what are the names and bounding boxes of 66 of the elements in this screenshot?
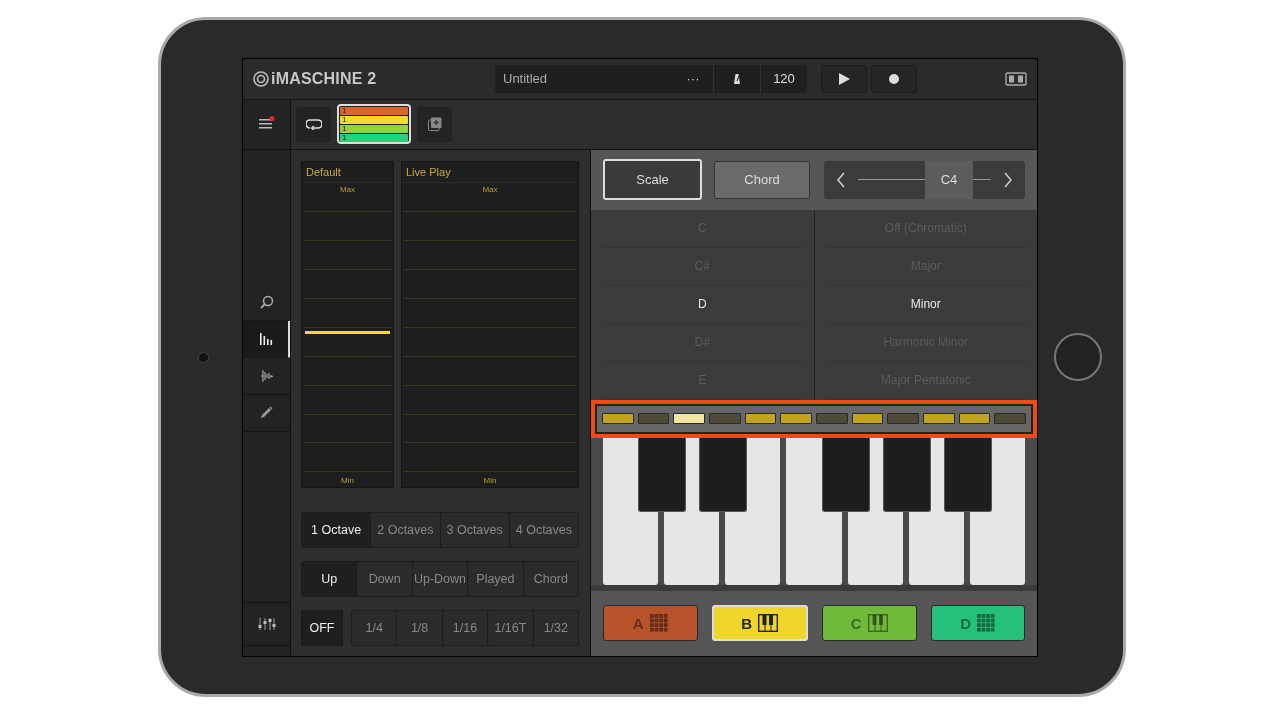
project-title[interactable]: Untitled xyxy=(495,71,673,86)
bar-levels-icon xyxy=(258,332,273,345)
rate-option[interactable]: 1/16T xyxy=(488,610,533,645)
metronome-icon xyxy=(731,72,743,85)
pattern-group[interactable]: 1 xyxy=(340,116,408,124)
metronome-button[interactable] xyxy=(713,64,761,93)
piano-icon xyxy=(758,614,779,632)
hardware-icon[interactable] xyxy=(1005,71,1027,86)
camera-dot xyxy=(198,351,209,363)
pattern-number: 1 xyxy=(341,107,347,115)
mode-tab[interactable]: Scale xyxy=(603,159,702,200)
strip-title: Live Play xyxy=(402,161,578,183)
piano-icon xyxy=(867,614,888,632)
app-logo: iMASCHINE 2 xyxy=(271,69,377,88)
pad-group-button[interactable]: A xyxy=(603,605,698,641)
pattern-group[interactable]: 1 xyxy=(340,125,408,133)
record-button[interactable] xyxy=(871,64,917,93)
add-button[interactable] xyxy=(417,106,452,142)
pattern-bank[interactable]: 1 1 1 1 xyxy=(337,104,411,144)
play-icon xyxy=(837,71,851,86)
mixer-button[interactable] xyxy=(243,601,290,646)
pencil-icon xyxy=(260,406,273,419)
pad-group-button[interactable]: D xyxy=(930,605,1025,641)
grid-icon xyxy=(649,614,668,632)
touch-strip[interactable]: Default Max Min xyxy=(301,160,394,488)
direction-option[interactable]: Up-Down xyxy=(412,561,468,596)
chevron-left-icon xyxy=(836,171,846,188)
record-icon xyxy=(888,72,900,85)
chevron-right-icon xyxy=(1003,171,1013,188)
touch-strip[interactable]: Live Play Max Min xyxy=(401,160,579,488)
octave-option[interactable]: 4 Octaves xyxy=(509,512,578,547)
octave-option[interactable]: 2 Octaves xyxy=(371,512,440,547)
rate-option[interactable]: 1/8 xyxy=(397,610,442,645)
waveform-icon xyxy=(259,367,274,384)
loop-button[interactable] xyxy=(296,106,331,142)
mixer-icon xyxy=(257,616,276,631)
base-note-value: C4 xyxy=(925,160,973,199)
rate-option[interactable]: 1/16 xyxy=(442,610,488,645)
add-icon xyxy=(427,117,442,131)
pattern-number: 1 xyxy=(341,125,347,133)
scale-item[interactable]: Minor xyxy=(826,285,1025,324)
grid-icon xyxy=(977,614,996,632)
search-icon xyxy=(259,294,274,309)
rate-option[interactable]: 1/4 xyxy=(352,610,397,645)
pattern-group[interactable]: 1 xyxy=(340,134,408,142)
octave-option[interactable]: 3 Octaves xyxy=(440,512,509,547)
more-button[interactable]: ··· xyxy=(673,71,713,86)
strip-title: Default xyxy=(302,161,393,183)
pattern-number: 1 xyxy=(341,134,347,142)
arp-off-toggle[interactable]: OFF xyxy=(301,609,343,646)
mode-tab[interactable]: Chord xyxy=(714,160,810,199)
tempo-value[interactable]: 120 xyxy=(761,71,807,86)
pad-group-button[interactable]: B xyxy=(711,605,808,641)
pattern-group[interactable]: 1 xyxy=(340,107,408,115)
menu-icon xyxy=(258,116,275,129)
direction-option[interactable]: Played xyxy=(468,561,523,596)
pattern-number: 1 xyxy=(341,116,347,124)
root-note-item[interactable]: D xyxy=(603,285,802,324)
home-button[interactable] xyxy=(1053,333,1102,381)
logo-ring-icon xyxy=(253,70,269,87)
play-button[interactable] xyxy=(821,64,867,93)
loop-icon xyxy=(305,118,322,130)
rate-option[interactable]: 1/32 xyxy=(533,610,579,645)
direction-option[interactable]: Down xyxy=(357,561,412,596)
direction-option[interactable]: Chord xyxy=(523,561,579,596)
pad-group-button[interactable]: C xyxy=(822,605,917,641)
